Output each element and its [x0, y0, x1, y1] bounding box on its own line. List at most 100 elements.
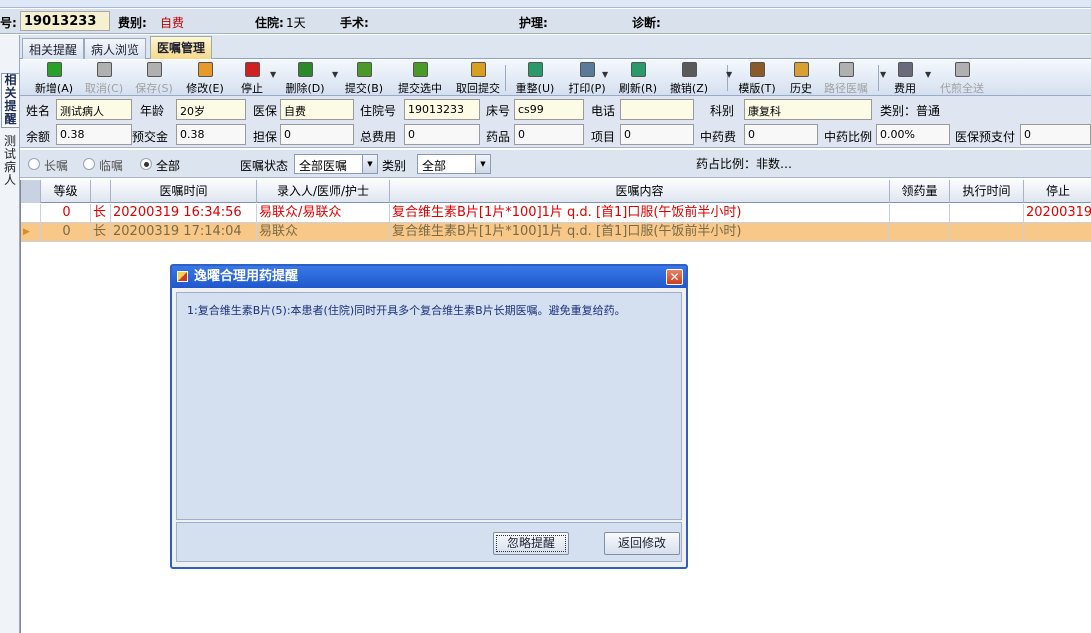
dept-field[interactable]: 康复科 [744, 99, 872, 120]
balance-field[interactable]: 0.38 [56, 124, 132, 145]
prepaid-field[interactable]: 0.38 [176, 124, 246, 145]
tab-related-reminders[interactable]: 相关提醒 [22, 38, 85, 59]
drug-ratio-text: 药占比例：非数… [696, 157, 793, 171]
side-tab-patient[interactable]: 测试病人 [1, 135, 19, 187]
plus-circle-icon [46, 62, 62, 77]
row-selector[interactable] [21, 204, 41, 223]
tab-patient-browse[interactable]: 病人浏览 [84, 38, 147, 59]
total-field[interactable]: 0 [404, 124, 480, 145]
item-field[interactable]: 0 [620, 124, 694, 145]
phone-field[interactable] [620, 99, 694, 120]
toolbar-button-6[interactable]: 提交(B) [342, 62, 386, 95]
close-icon[interactable]: ✕ [666, 269, 683, 285]
toolbar-button-label: 修改(E) [186, 82, 224, 95]
decoct-icon [954, 62, 970, 77]
toolbar-button-label: 费用 [894, 82, 916, 95]
col-content[interactable]: 医嘱内容 [390, 180, 890, 203]
toolbar-button-1[interactable]: 取消(C) [82, 62, 126, 95]
history-icon [793, 62, 809, 77]
insurance-label: 医保 [253, 104, 278, 118]
table-row[interactable]: ▶ 0 长 20200319 17:14:04 易联众 复合维生素B片[1片*1… [21, 223, 1091, 242]
toolbar-separator [878, 65, 879, 91]
col-level[interactable]: 等级 [41, 180, 91, 203]
surgery-label: 手术: [340, 16, 369, 30]
toolbar-button-9[interactable]: 重整(U) [513, 62, 557, 95]
toolbar-button-14[interactable]: 历史 [787, 62, 815, 95]
print-icon [579, 62, 595, 77]
dialog-title: 逸曜合理用药提醒 [194, 269, 299, 284]
admission-field[interactable]: 19013233 [404, 99, 480, 120]
toolbar-button-15[interactable]: 路径医嘱 [820, 62, 872, 95]
toolbar-button-13[interactable]: 模版(T) [735, 62, 779, 95]
dropdown-arrow-icon[interactable]: ▼ [602, 70, 608, 79]
ignore-reminder-button[interactable]: 忽略提醒 [493, 532, 569, 555]
stop-icon [244, 62, 260, 77]
col-type[interactable] [91, 180, 111, 203]
type-select[interactable]: 全部 ▼ [417, 154, 491, 174]
dropdown-arrow-icon[interactable]: ▼ [880, 70, 886, 79]
retrieve-icon [470, 62, 486, 77]
patient-info-bar: 号: 19013233 费别: 自费 住院: 1天 手术: 护理: 诊断: [0, 9, 1091, 34]
toolbar-button-5[interactable]: 删除(D) [280, 62, 330, 95]
col-exec[interactable]: 执行时间 [950, 180, 1024, 203]
toolbar-button-16[interactable]: 费用 [888, 62, 922, 95]
cell-stop [1024, 223, 1091, 242]
cell-time: 20200319 17:14:04 [111, 223, 257, 242]
radio-temp-label: 临嘱 [99, 159, 124, 173]
toolbar-button-label: 打印(P) [568, 82, 606, 95]
chevron-down-icon: ▼ [475, 155, 490, 173]
toolbar-button-8[interactable]: 取回提交 [452, 62, 504, 95]
ins-prepay-field[interactable]: 0 [1020, 124, 1091, 145]
name-field[interactable]: 测试病人 [56, 99, 132, 120]
toolbar-button-7[interactable]: 提交选中 [394, 62, 446, 95]
status-label: 医嘱状态 [240, 159, 289, 173]
current-row-arrow-icon[interactable]: ▶ [21, 223, 41, 242]
radio-long[interactable] [28, 158, 40, 170]
balance-label: 余额 [26, 130, 51, 144]
toolbar-button-label: 提交选中 [398, 82, 442, 95]
back-to-edit-button[interactable]: 返回修改 [604, 532, 680, 555]
dialog-title-bar[interactable]: 逸曜合理用药提醒 ✕ [172, 266, 686, 288]
status-select[interactable]: 全部医嘱 ▼ [294, 154, 378, 174]
dialog-footer: 忽略提醒 返回修改 [176, 522, 682, 562]
dropdown-arrow-icon[interactable]: ▼ [270, 70, 276, 79]
dropdown-arrow-icon[interactable]: ▼ [332, 70, 338, 79]
item-label: 项目 [591, 130, 616, 144]
stay-value: 1天 [286, 16, 306, 30]
toolbar-button-4[interactable]: 停止 [234, 62, 270, 95]
cell-qty [890, 204, 950, 223]
col-time[interactable]: 医嘱时间 [111, 180, 257, 203]
side-tab-related[interactable]: 相关提醒 [1, 73, 19, 128]
drug-field[interactable]: 0 [514, 124, 584, 145]
toolbar-button-label: 路径医嘱 [824, 82, 868, 95]
col-stop[interactable]: 停止 [1024, 180, 1091, 203]
filter-bar: 长嘱 临嘱 全部 医嘱状态 全部医嘱 ▼ 类别 全部 ▼ 药占比例：非数… [20, 150, 1091, 178]
insurance-field[interactable]: 自费 [280, 99, 354, 120]
toolbar-button-17[interactable]: 代煎全送 [936, 62, 988, 95]
tab-order-management[interactable]: 医嘱管理 [150, 36, 213, 59]
cell-level: 0 [41, 204, 91, 223]
toolbar-button-label: 提交(B) [344, 82, 384, 95]
age-field[interactable]: 20岁 [176, 99, 246, 120]
toolbar-button-11[interactable]: 刷新(R) [616, 62, 660, 95]
dropdown-arrow-icon[interactable]: ▼ [925, 70, 931, 79]
col-qty[interactable]: 领药量 [890, 180, 950, 203]
bed-field[interactable]: cs99 [514, 99, 584, 120]
dropdown-arrow-icon[interactable]: ▼ [726, 70, 732, 79]
table-row[interactable]: 0 长 20200319 16:34:56 易联众/易联众 复合维生素B片[1片… [21, 204, 1091, 223]
toolbar-button-12[interactable]: 撤销(Z) [667, 62, 711, 95]
toolbar-button-0[interactable]: 新增(A) [32, 62, 76, 95]
toolbar-button-3[interactable]: 修改(E) [183, 62, 227, 95]
dialog-message: 1:复合维生素B片(5):本患者(住院)同时开具多个复合维生素B片长期医嘱。避免… [187, 304, 626, 317]
col-staff[interactable]: 录入人/医师/护士 [257, 180, 390, 203]
toolbar-button-2[interactable]: 保存(S) [132, 62, 176, 95]
toolbar: 新增(A) 取消(C) 保存(S) 修改(E) 停止 删除(D) 提交(B) 提交选中 取回提交… [20, 60, 1091, 96]
tcm-field[interactable]: 0 [744, 124, 818, 145]
tcm-ratio-field[interactable]: 0.00% [876, 124, 950, 145]
radio-temp[interactable] [83, 158, 95, 170]
calculator-icon [897, 62, 913, 77]
toolbar-button-label: 模版(T) [738, 82, 776, 95]
guarantee-field[interactable]: 0 [280, 124, 354, 145]
radio-all[interactable] [140, 158, 152, 170]
row-selector-header[interactable] [21, 180, 41, 203]
